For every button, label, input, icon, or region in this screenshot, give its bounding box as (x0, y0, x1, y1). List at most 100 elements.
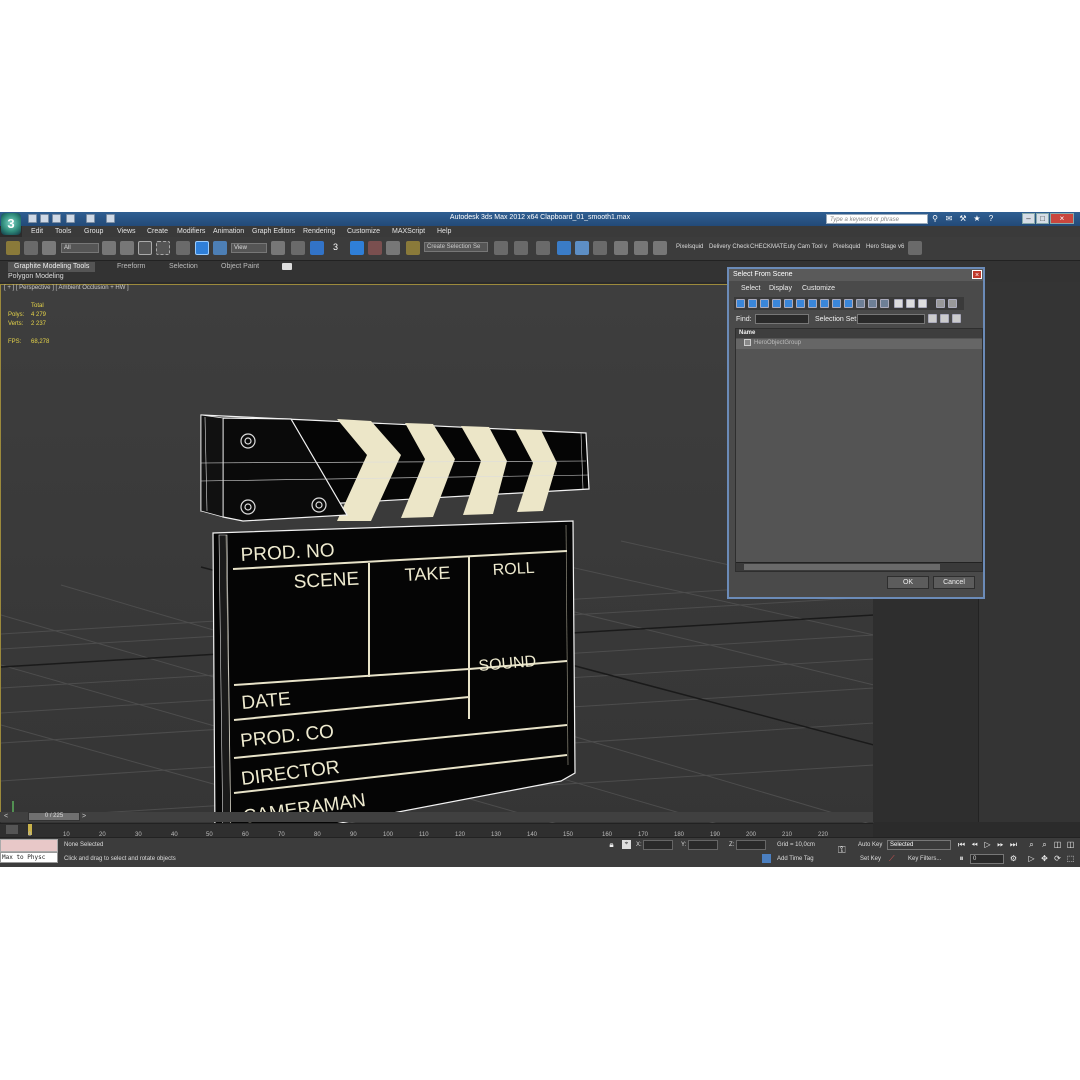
display-dependents-icon[interactable] (880, 299, 889, 308)
sync-selection-icon[interactable] (948, 299, 957, 308)
spinner-snap-icon[interactable] (386, 241, 400, 255)
mirror-icon[interactable] (494, 241, 508, 255)
time-tag-icon[interactable] (762, 854, 771, 863)
filter-lights-icon[interactable] (760, 299, 769, 308)
ok-button[interactable]: OK (887, 576, 929, 589)
lock-icon[interactable]: 🔒︎ (607, 840, 616, 849)
ribbon-panel-polygon-modeling[interactable]: Polygon Modeling (8, 273, 64, 280)
menu-group[interactable]: Group (84, 228, 103, 235)
column-header-name[interactable]: Name (736, 329, 982, 338)
menu-maxscript[interactable]: MAXScript (392, 228, 425, 235)
tab-graphite-modeling-tools[interactable]: Graphite Modeling Tools (8, 262, 96, 272)
plugin-delivery-check[interactable]: Delivery Check (709, 244, 749, 250)
select-all-icon[interactable] (894, 299, 903, 308)
selset-add-icon[interactable] (928, 314, 937, 323)
plugin-checkmate[interactable]: CHECKMATE (750, 244, 787, 250)
maximize-button[interactable]: □ (1036, 213, 1049, 224)
field-of-view-icon[interactable]: ▷ (1027, 854, 1036, 863)
scene-object-list[interactable]: Name HeroObjectGroup (735, 328, 983, 572)
tab-object-paint[interactable]: Object Paint (215, 262, 265, 272)
filter-funnel-icon[interactable] (936, 299, 945, 308)
favorites-icon[interactable]: ★ (972, 214, 982, 224)
select-object-icon[interactable] (102, 241, 116, 255)
menu-edit[interactable]: Edit (31, 228, 43, 235)
graphite-toggle-icon[interactable] (557, 241, 571, 255)
teapot-icon[interactable] (908, 241, 922, 255)
help-icon[interactable]: ? (986, 214, 996, 224)
viewport-label[interactable]: [ + ] [ Perspective ] [ Ambient Occlusio… (4, 285, 129, 291)
horizontal-scrollbar[interactable] (736, 562, 982, 571)
selection-filter-dropdown[interactable]: All (61, 243, 99, 253)
filter-geometry-icon[interactable] (736, 299, 745, 308)
selection-set-dropdown[interactable] (857, 314, 925, 324)
close-button[interactable]: × (1050, 213, 1074, 224)
filter-spacewarps-icon[interactable] (796, 299, 805, 308)
plugin-pixelsquid-2[interactable]: Pixelsquid (833, 244, 860, 250)
pivot-center-icon[interactable] (271, 241, 285, 255)
key-mode-toggle-icon[interactable]: ⏸︎ (957, 854, 966, 863)
previous-frame-icon[interactable]: ⏪︎ (970, 840, 979, 849)
menu-customize[interactable]: Customize (347, 228, 380, 235)
prev-frame-arrow[interactable]: < (4, 813, 8, 820)
go-to-end-icon[interactable]: ⏭︎ (1009, 840, 1018, 849)
plugin-pixelsquid[interactable]: Pixelsquid (676, 244, 703, 250)
current-frame-field[interactable]: 0 (970, 854, 1004, 864)
named-selection-dropdown[interactable]: Create Selection Se (424, 242, 488, 252)
menu-rendering[interactable]: Rendering (303, 228, 335, 235)
select-by-name-icon[interactable] (120, 241, 134, 255)
filter-xrefs-icon[interactable] (820, 299, 829, 308)
scroll-thumb[interactable] (744, 564, 940, 570)
selset-remove-icon[interactable] (940, 314, 949, 323)
zoom-extents-all-icon[interactable]: ◫ (1066, 840, 1075, 849)
align-icon[interactable] (514, 241, 528, 255)
keyboard-shortcut-icon[interactable] (310, 241, 324, 255)
set-key-icon[interactable]: ⚿ (838, 845, 846, 856)
select-none-icon[interactable] (906, 299, 915, 308)
dialog-menu-customize[interactable]: Customize (802, 285, 835, 292)
x-coord-field[interactable] (643, 840, 673, 850)
schematic-view-icon[interactable] (593, 241, 607, 255)
plugin-hero-stage[interactable]: Hero Stage v6 (866, 244, 904, 250)
next-frame-icon[interactable]: ⏩︎ (996, 840, 1005, 849)
rotate-icon[interactable] (195, 241, 209, 255)
maxscript-listener-output[interactable] (0, 839, 58, 852)
tab-selection[interactable]: Selection (163, 262, 204, 272)
minimize-button[interactable]: – (1022, 213, 1035, 224)
search-input[interactable]: Type a keyword or phrase (826, 214, 928, 224)
list-item[interactable]: HeroObjectGroup (736, 339, 982, 349)
menu-animation[interactable]: Animation (213, 228, 244, 235)
filter-cameras-icon[interactable] (772, 299, 781, 308)
filter-helpers-icon[interactable] (784, 299, 793, 308)
ref-coord-dropdown[interactable]: View (231, 243, 267, 253)
link-icon[interactable] (6, 241, 20, 255)
select-manipulate-icon[interactable] (291, 241, 305, 255)
display-influences-icon[interactable] (868, 299, 877, 308)
angle-snap-icon[interactable] (350, 241, 364, 255)
track-bar[interactable] (0, 823, 873, 837)
maximize-viewport-icon[interactable]: ⬚ (1066, 854, 1075, 863)
render-setup-icon[interactable] (634, 241, 648, 255)
menu-create[interactable]: Create (147, 228, 168, 235)
auto-key-button[interactable]: Auto Key (858, 842, 882, 848)
find-input[interactable] (755, 314, 809, 324)
curve-editor-icon[interactable] (575, 241, 589, 255)
zoom-icon[interactable]: ⌕ (1027, 840, 1036, 849)
time-slider[interactable]: 0 / 225 (28, 812, 80, 821)
filter-groups-icon[interactable] (808, 299, 817, 308)
cancel-button[interactable]: Cancel (933, 576, 975, 589)
key-mode-icon[interactable]: ⟋ (889, 854, 895, 864)
layer-manager-icon[interactable] (536, 241, 550, 255)
absolute-mode-icon[interactable]: ⌖ (622, 840, 631, 849)
window-crossing-icon[interactable] (156, 241, 170, 255)
subscription-icon[interactable]: ⚒ (958, 214, 968, 224)
y-coord-field[interactable] (688, 840, 718, 850)
material-editor-icon[interactable] (614, 241, 628, 255)
key-selection-dropdown[interactable]: Selected (887, 840, 951, 850)
edit-named-sets-icon[interactable] (406, 241, 420, 255)
time-configuration-icon[interactable]: ⚙︎ (1009, 854, 1018, 863)
dialog-title[interactable]: Select From Scene (729, 269, 983, 281)
select-invert-icon[interactable] (918, 299, 927, 308)
unlink-icon[interactable] (24, 241, 38, 255)
menu-help[interactable]: Help (437, 228, 451, 235)
filter-containers-icon[interactable] (844, 299, 853, 308)
